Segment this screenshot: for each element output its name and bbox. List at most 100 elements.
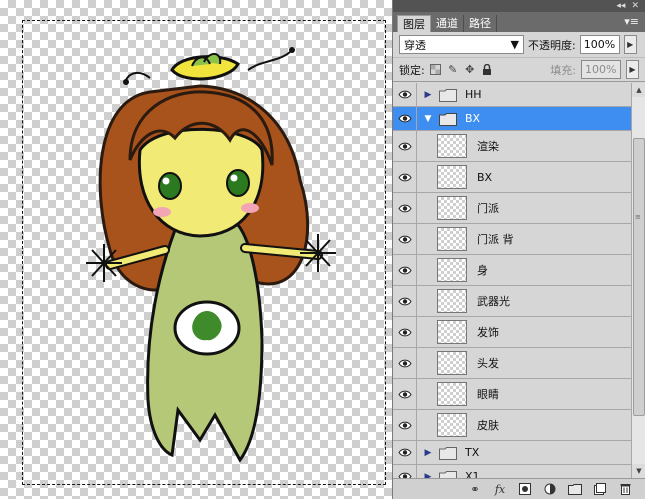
panel-tabs: 图层 通道 路径 ▾≡ [393, 12, 645, 32]
layer-name: BX [477, 170, 493, 184]
blend-mode-value: 穿透 [404, 38, 426, 52]
layer-thumbnail [437, 134, 467, 158]
layer-thumbnail [437, 289, 467, 313]
folder-icon [439, 112, 457, 126]
layer-thumbnail [437, 258, 467, 282]
fill-slider-button[interactable]: ▶ [626, 60, 639, 79]
tab-layers[interactable]: 图层 [397, 15, 431, 32]
layer-style-fx-icon[interactable]: fx [493, 482, 507, 496]
opacity-label: 不透明度: [528, 38, 576, 52]
tab-channels[interactable]: 通道 [431, 15, 464, 32]
layer-group-tx[interactable]: ▶ TX [393, 441, 631, 465]
expand-triangle-icon[interactable]: ▶ [421, 90, 435, 100]
visibility-eye-icon[interactable] [393, 465, 417, 478]
layer-name: 发饰 [477, 326, 499, 339]
layer-item[interactable]: 门派 [393, 193, 631, 224]
layer-name: 武器光 [477, 295, 510, 308]
layers-toolbar: ⚭ fx [393, 478, 645, 499]
opacity-field[interactable]: 100% [579, 35, 620, 54]
scroll-grip-icon: ≡ [635, 213, 641, 221]
opacity-slider-button[interactable]: ▶ [623, 35, 637, 54]
lock-all-icon[interactable] [481, 64, 493, 76]
layer-group-x1[interactable]: ▶ X1 [393, 465, 631, 478]
layer-name: BX [465, 112, 481, 125]
layer-name: 头发 [477, 357, 499, 370]
layer-item[interactable]: 眼睛 [393, 379, 631, 410]
visibility-eye-icon[interactable] [393, 83, 417, 106]
folder-icon [439, 88, 457, 102]
layer-thumbnail [437, 351, 467, 375]
add-mask-icon[interactable] [518, 482, 532, 496]
layer-thumbnail [437, 196, 467, 220]
layer-name: 眼睛 [477, 388, 499, 401]
layer-name: 门派 [477, 202, 499, 215]
link-layers-icon[interactable]: ⚭ [468, 482, 482, 496]
layers-panel: ◂◂ ✕ 图层 通道 路径 ▾≡ 穿透 ▼ 不透明度: 100% ▶ 锁定: ✎… [392, 0, 645, 499]
fill-field[interactable]: 100% [581, 60, 621, 79]
chibi-girl-artwork [86, 47, 336, 463]
layer-item[interactable]: 发饰 [393, 317, 631, 348]
layers-scrollbar[interactable]: ▲ ≡ ▼ [631, 83, 645, 478]
folder-icon [439, 470, 457, 478]
scroll-down-icon[interactable]: ▼ [632, 464, 645, 478]
tab-paths[interactable]: 路径 [464, 15, 497, 32]
layer-thumbnail [437, 320, 467, 344]
collapse-triangle-icon[interactable]: ▼ [421, 114, 435, 124]
lock-label: 锁定: [399, 63, 425, 77]
chevron-down-icon: ▼ [510, 38, 519, 51]
lock-brush-icon[interactable]: ✎ [447, 63, 459, 76]
visibility-eye-icon[interactable] [393, 107, 417, 130]
visibility-eye-icon[interactable] [393, 286, 417, 316]
layer-item[interactable]: 渲染 [393, 131, 631, 162]
document-canvas[interactable] [0, 0, 392, 499]
panel-menu-icon[interactable]: ▾≡ [624, 15, 639, 28]
layer-item[interactable]: 武器光 [393, 286, 631, 317]
panel-title-strip: ◂◂ ✕ [393, 0, 645, 12]
layer-thumbnail [437, 413, 467, 437]
layer-group-hh[interactable]: ▶ HH [393, 83, 631, 107]
layer-thumbnail [437, 165, 467, 189]
adjustment-layer-icon[interactable] [543, 482, 557, 496]
visibility-eye-icon[interactable] [393, 162, 417, 192]
layer-item[interactable]: 门派 背 [393, 224, 631, 255]
visibility-eye-icon[interactable] [393, 224, 417, 254]
layer-name: TX [465, 446, 480, 459]
layer-thumbnail [437, 382, 467, 406]
layers-list: ▶ HH ▼ BX 渲染 BX 门派 门派 背 身 武器光 发饰 头发 眼睛 皮… [393, 83, 631, 478]
lock-position-icon[interactable]: ✥ [464, 63, 476, 76]
folder-icon [439, 446, 457, 460]
new-group-icon[interactable] [568, 482, 582, 496]
layer-name: 身 [477, 264, 488, 277]
blend-mode-select[interactable]: 穿透 ▼ [399, 35, 524, 54]
layer-group-bx[interactable]: ▼ BX [393, 107, 631, 131]
scroll-thumb[interactable] [633, 138, 645, 416]
visibility-eye-icon[interactable] [393, 441, 417, 464]
layer-item[interactable]: 身 [393, 255, 631, 286]
visibility-eye-icon[interactable] [393, 317, 417, 347]
expand-triangle-icon[interactable]: ▶ [421, 448, 435, 458]
visibility-eye-icon[interactable] [393, 348, 417, 378]
layer-name: 门派 背 [477, 233, 514, 246]
visibility-eye-icon[interactable] [393, 255, 417, 285]
collapse-icon[interactable]: ◂◂ [616, 1, 625, 11]
visibility-eye-icon[interactable] [393, 379, 417, 409]
scroll-up-icon[interactable]: ▲ [632, 83, 645, 97]
layer-thumbnail [437, 227, 467, 251]
visibility-eye-icon[interactable] [393, 131, 417, 161]
layer-item[interactable]: 头发 [393, 348, 631, 379]
lock-transparency-icon[interactable] [430, 64, 442, 76]
fill-label: 填充: [550, 63, 576, 77]
close-panel-icon[interactable]: ✕ [631, 1, 639, 11]
layer-name: 渲染 [477, 140, 499, 153]
layer-name: 皮肤 [477, 419, 499, 432]
visibility-eye-icon[interactable] [393, 193, 417, 223]
layer-name: HH [465, 88, 482, 101]
layer-name: X1 [465, 470, 480, 478]
visibility-eye-icon[interactable] [393, 410, 417, 440]
new-layer-icon[interactable] [593, 482, 607, 496]
blend-row: 穿透 ▼ 不透明度: 100% ▶ [393, 32, 645, 58]
layer-item[interactable]: BX [393, 162, 631, 193]
layer-item[interactable]: 皮肤 [393, 410, 631, 441]
delete-layer-icon[interactable] [618, 482, 632, 496]
lock-row: 锁定: ✎ ✥ 填充: 100% ▶ [393, 58, 645, 82]
